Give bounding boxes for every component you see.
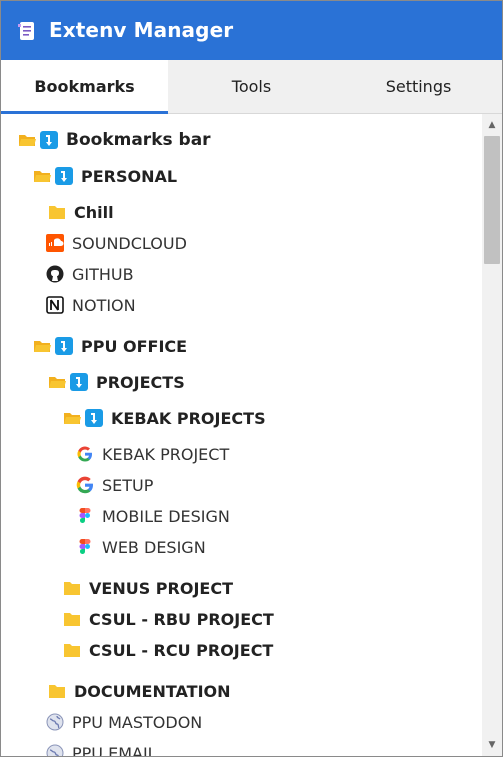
figma-icon xyxy=(76,507,94,525)
folder-ppu-office[interactable]: PPU OFFICE xyxy=(33,333,187,359)
folder-venus-project[interactable]: VENUS PROJECT xyxy=(63,575,233,601)
bookmark-label: KEBAK PROJECT xyxy=(102,444,230,464)
folder-chill[interactable]: Chill xyxy=(48,199,114,225)
folder-label: DOCUMENTATION xyxy=(74,681,231,701)
tab-tools[interactable]: Tools xyxy=(168,60,335,113)
folder-label: VENUS PROJECT xyxy=(89,578,233,598)
google-icon xyxy=(76,476,94,494)
bookmark-notion[interactable]: NOTION xyxy=(46,292,136,318)
scroll-up-arrow-icon[interactable]: ▲ xyxy=(482,116,502,134)
google-icon xyxy=(76,445,94,463)
open-folder-icon xyxy=(18,131,36,149)
folder-icon xyxy=(63,641,81,659)
scroll-down-arrow-icon[interactable]: ▼ xyxy=(482,736,502,754)
folder-icon xyxy=(48,203,66,221)
bookmark-label: PPU MASTODON xyxy=(72,712,203,732)
bookmark-github[interactable]: GITHUB xyxy=(46,261,134,287)
scrollbar-thumb[interactable] xyxy=(484,136,500,264)
bookmark-label: NOTION xyxy=(72,295,136,315)
bookmark-mobile-design[interactable]: MOBILE DESIGN xyxy=(76,503,230,529)
app-logo-icon xyxy=(18,21,36,41)
tab-bar: Bookmarks Tools Settings xyxy=(1,60,502,114)
bookmark-tree: Bookmarks bar PERSONAL Chill SOUNDCLOUD … xyxy=(1,114,482,756)
folder-csul-rcu-project[interactable]: CSUL - RCU PROJECT xyxy=(63,637,273,663)
soundcloud-icon xyxy=(46,234,64,252)
title-bar: Extenv Manager xyxy=(1,1,502,60)
bookmark-label: PPU EMAIL xyxy=(72,743,157,757)
bookmark-ppu-mastodon[interactable]: PPU MASTODON xyxy=(46,709,202,735)
open-folder-icon xyxy=(33,337,51,355)
expand-arrow-icon[interactable] xyxy=(55,167,73,185)
bookmark-label: WEB DESIGN xyxy=(102,537,206,557)
bookmark-soundcloud[interactable]: SOUNDCLOUD xyxy=(46,230,187,256)
folder-label: PERSONAL xyxy=(81,166,178,186)
bookmark-ppu-email[interactable]: PPU EMAIL xyxy=(46,740,157,756)
open-folder-icon xyxy=(63,409,81,427)
folder-personal[interactable]: PERSONAL xyxy=(33,163,177,189)
bookmark-web-design[interactable]: WEB DESIGN xyxy=(76,534,206,560)
github-icon xyxy=(46,265,64,283)
globe-icon xyxy=(46,713,64,731)
expand-arrow-icon[interactable] xyxy=(40,131,58,149)
folder-label: KEBAK PROJECTS xyxy=(111,408,266,428)
open-folder-icon xyxy=(33,167,51,185)
folder-icon xyxy=(48,682,66,700)
bookmark-kebak-project[interactable]: KEBAK PROJECT xyxy=(76,441,229,467)
expand-arrow-icon[interactable] xyxy=(70,373,88,391)
tab-bookmarks[interactable]: Bookmarks xyxy=(1,60,168,114)
folder-bookmarks-bar[interactable]: Bookmarks bar xyxy=(18,127,211,153)
folder-label: CSUL - RBU PROJECT xyxy=(89,609,274,629)
folder-label: Chill xyxy=(74,202,114,222)
bookmark-label: MOBILE DESIGN xyxy=(102,506,230,526)
folder-kebak-projects[interactable]: KEBAK PROJECTS xyxy=(63,405,266,431)
folder-projects[interactable]: PROJECTS xyxy=(48,369,185,395)
folder-label: CSUL - RCU PROJECT xyxy=(89,640,274,660)
bookmark-setup[interactable]: SETUP xyxy=(76,472,153,498)
bookmark-label: GITHUB xyxy=(72,264,134,284)
globe-icon xyxy=(46,744,64,756)
bookmark-label: SETUP xyxy=(102,475,154,495)
folder-icon xyxy=(63,610,81,628)
folder-label: Bookmarks bar xyxy=(66,130,211,150)
app-title: Extenv Manager xyxy=(49,18,234,42)
folder-label: PPU OFFICE xyxy=(81,336,188,356)
figma-icon xyxy=(76,538,94,556)
expand-arrow-icon[interactable] xyxy=(55,337,73,355)
folder-csul-rbu-project[interactable]: CSUL - RBU PROJECT xyxy=(63,606,274,632)
tab-settings[interactable]: Settings xyxy=(335,60,502,113)
folder-documentation[interactable]: DOCUMENTATION xyxy=(48,678,231,704)
bookmark-label: SOUNDCLOUD xyxy=(72,233,187,253)
notion-icon xyxy=(46,296,64,314)
folder-label: PROJECTS xyxy=(96,372,185,392)
vertical-scrollbar[interactable]: ▲ ▼ xyxy=(482,114,502,756)
folder-icon xyxy=(63,579,81,597)
expand-arrow-icon[interactable] xyxy=(85,409,103,427)
open-folder-icon xyxy=(48,373,66,391)
